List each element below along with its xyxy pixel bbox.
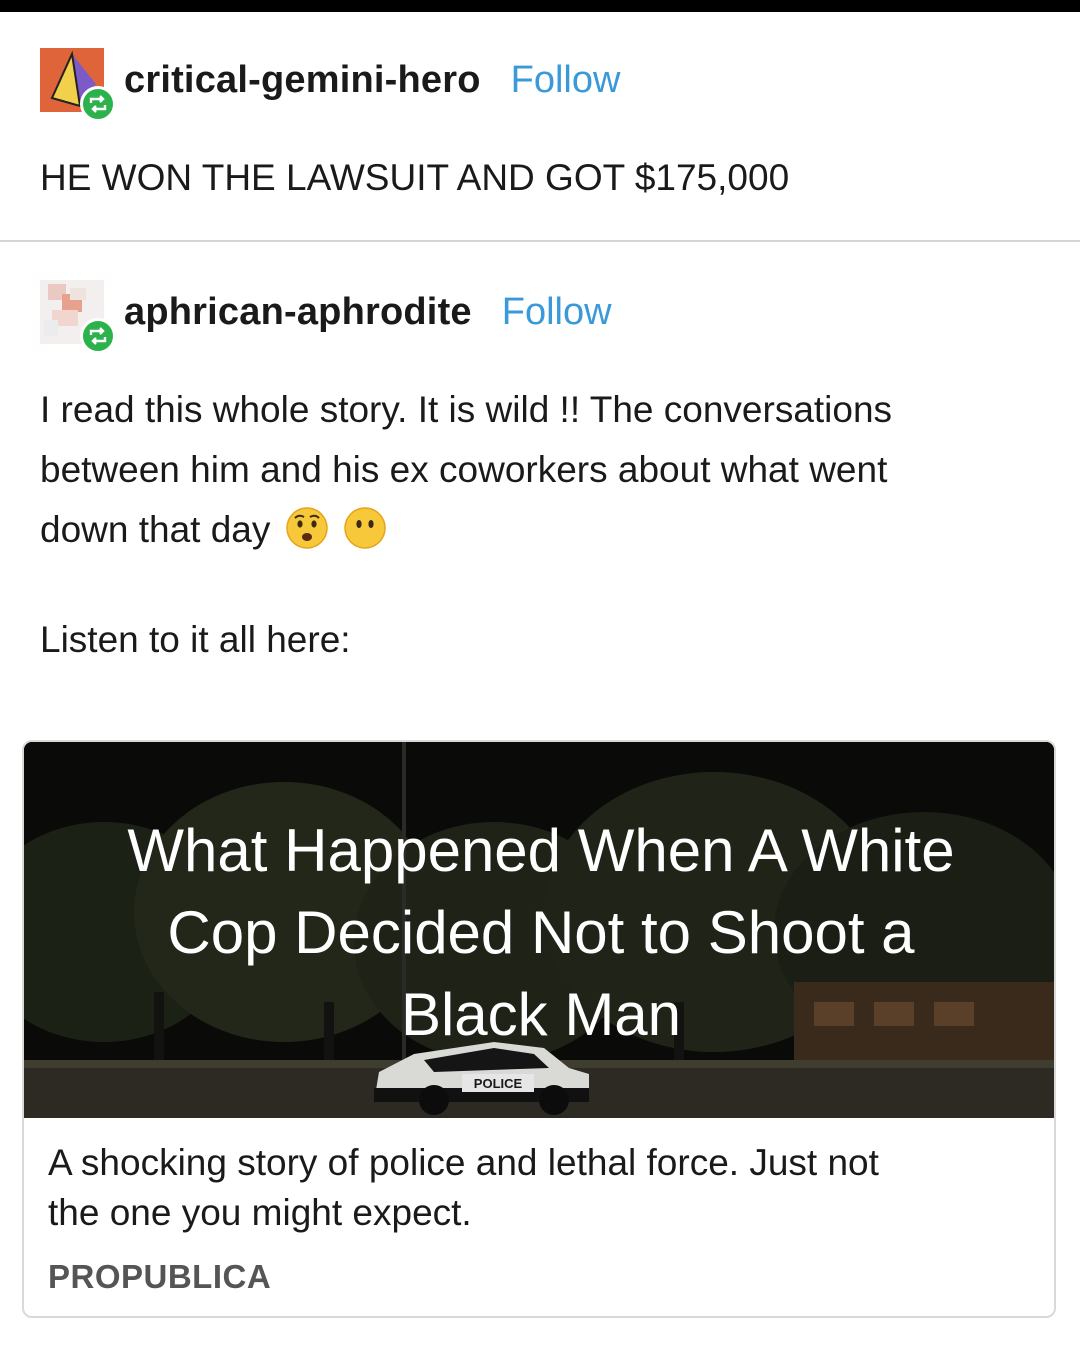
username[interactable]: aphrican-aphrodite <box>124 291 472 334</box>
post-header-1: critical-gemini-hero Follow <box>40 48 621 122</box>
link-card-description: A shocking story of police and lethal fo… <box>48 1142 879 1233</box>
face-without-mouth-emoji <box>344 507 386 549</box>
post-body: I read this whole story. It is wild !! T… <box>40 380 1050 560</box>
divider <box>0 240 1080 242</box>
post-text-line: I read this whole story. It is wild !! T… <box>40 389 893 430</box>
link-card-source: PROPUBLICA <box>48 1258 272 1295</box>
username[interactable]: critical-gemini-hero <box>124 59 481 102</box>
police-sign-text: POLICE <box>474 1076 523 1091</box>
post-text-line: between him and his ex coworkers about w… <box>40 449 888 490</box>
post-text: HE WON THE LAWSUIT AND GOT $175,000 <box>40 157 790 198</box>
avatar[interactable] <box>40 48 116 122</box>
follow-button[interactable]: Follow <box>502 291 612 334</box>
avatar[interactable] <box>40 280 116 354</box>
post-text: Listen to it all here: <box>40 619 351 660</box>
follow-button[interactable]: Follow <box>511 59 621 102</box>
post-header-2: aphrican-aphrodite Follow <box>40 280 612 354</box>
link-card-image[interactable]: POLICE What Happened When A White Cop De… <box>24 742 1054 1118</box>
anguished-face-emoji <box>285 507 328 549</box>
post-text-line: down that day <box>40 500 1050 560</box>
top-bar <box>0 0 1080 12</box>
link-card-image-title: What Happened When A White Cop Decided N… <box>127 817 955 1048</box>
link-card[interactable]: POLICE What Happened When A White Cop De… <box>22 740 1056 1318</box>
reblog-icon <box>80 86 116 122</box>
reblog-icon <box>80 318 116 354</box>
